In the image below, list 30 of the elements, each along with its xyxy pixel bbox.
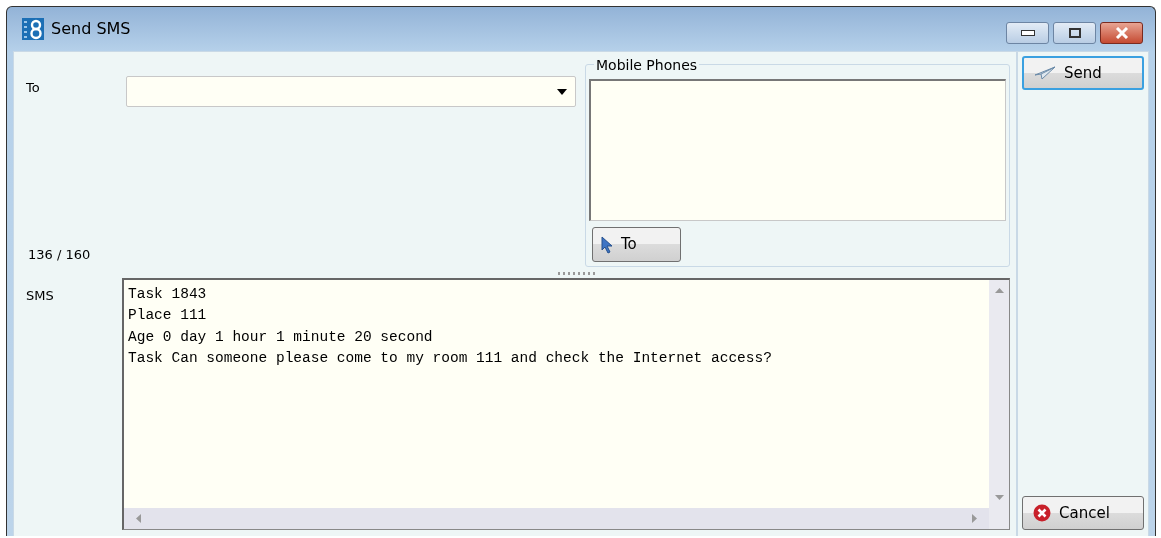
- to-dropdown[interactable]: [126, 76, 576, 107]
- maximize-button[interactable]: [1053, 22, 1096, 44]
- cancel-icon: [1033, 504, 1051, 522]
- minimize-icon: [1020, 30, 1035, 36]
- group-title: Mobile Phones: [594, 57, 700, 73]
- sms-label: SMS: [26, 287, 54, 305]
- cancel-button[interactable]: Cancel: [1022, 496, 1144, 530]
- scroll-down-icon: [994, 495, 1004, 500]
- mobile-phones-list[interactable]: [589, 79, 1006, 221]
- window-title: Send SMS: [51, 18, 131, 40]
- splitter-grip[interactable]: [558, 271, 598, 275]
- restore-icon: [1068, 28, 1081, 38]
- scroll-right-icon: [972, 514, 977, 523]
- horizontal-scrollbar[interactable]: [124, 508, 989, 529]
- vertical-scrollbar[interactable]: [989, 280, 1009, 508]
- paper-plane-icon: [1034, 66, 1056, 80]
- minimize-button[interactable]: [1006, 22, 1049, 44]
- dropdown-arrow-icon: [557, 88, 567, 95]
- send-button[interactable]: Send: [1022, 56, 1144, 90]
- character-counter: 136 / 160: [28, 245, 91, 264]
- close-button[interactable]: [1100, 22, 1143, 44]
- scrollbar-corner: [989, 508, 1009, 529]
- scroll-up-icon: [994, 288, 1004, 293]
- to-label: To: [26, 79, 40, 97]
- cursor-arrow-icon: [601, 235, 613, 254]
- scroll-left-icon: [136, 514, 141, 523]
- close-icon: [1114, 27, 1129, 39]
- sms-text-area[interactable]: Task 1843 Place 111 Age 0 day 1 hour 1 minute 20 second Task Can someone please come to my room 111 and check the Internet access?: [122, 278, 1010, 530]
- app-logo-icon: [22, 18, 44, 40]
- to-button[interactable]: To: [592, 227, 681, 262]
